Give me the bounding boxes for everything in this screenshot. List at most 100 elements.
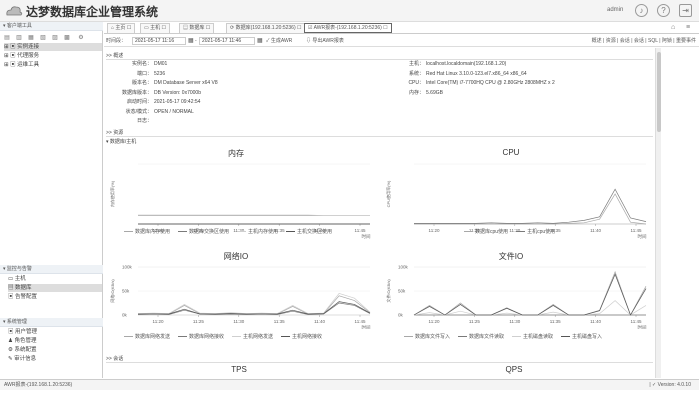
- legend-item[interactable]: 数据库文件写入: [404, 334, 450, 340]
- x-tick-label: 11:45: [355, 319, 366, 324]
- link-session[interactable]: 会话: [620, 38, 630, 44]
- link-lock[interactable]: 阿锁: [662, 38, 672, 44]
- legend-label: 数据库网络发送: [135, 334, 171, 340]
- monitor-item-host[interactable]: ▭ 主机: [8, 275, 26, 283]
- y-axis-label: CPU使用率(%): [385, 180, 391, 207]
- legend-swatch: [286, 231, 296, 233]
- content-scrollbar[interactable]: [655, 48, 661, 378]
- legend-item[interactable]: 数据库内存使用: [124, 229, 170, 235]
- user-name[interactable]: admin: [607, 7, 623, 13]
- legend-item[interactable]: 主机磁盘写入: [561, 334, 602, 340]
- tree-item-instance[interactable]: ⊞ ▣ 实例连接: [4, 43, 102, 51]
- x-tick-label: 11:35: [550, 319, 561, 324]
- legend-label: 数据库文件写入: [415, 334, 451, 340]
- section-session-header[interactable]: >> 会话: [106, 355, 123, 362]
- refresh-icon[interactable]: ▥: [16, 35, 22, 41]
- monitor-item-database[interactable]: ▤ 数据库: [8, 284, 102, 292]
- legend-label: 数据库网络接收: [189, 334, 225, 340]
- legend-item[interactable]: 主机网络接收: [281, 334, 322, 340]
- link-overview[interactable]: 概述: [592, 38, 602, 44]
- generate-awr-button[interactable]: ✓ 生成AWR: [266, 35, 292, 47]
- chart-title-network-io: 网络IO: [223, 252, 249, 261]
- tree-item-ops[interactable]: ⊞ ▣ 运维工具: [4, 61, 39, 69]
- overview-value: DM Database Server x64 V8: [154, 80, 218, 86]
- y-tick-label: 50k: [398, 289, 406, 294]
- delete-icon[interactable]: ▩: [64, 35, 70, 41]
- series-line: [137, 292, 371, 314]
- start-time-input[interactable]: 2021-05-17 11:16: [132, 37, 186, 45]
- link-sql[interactable]: SQL: [648, 38, 658, 44]
- y-tick-label: 100k: [398, 265, 409, 270]
- tree-item-agent[interactable]: ⊞ ▣ 代理服务: [4, 52, 39, 60]
- legend-label: 主机内存使用: [248, 229, 279, 235]
- tab-database[interactable]: ▤ 数据库 ☐: [179, 23, 215, 33]
- home-icon[interactable]: ⌂: [671, 24, 675, 31]
- legend-item[interactable]: 主机磁盘读取: [512, 334, 553, 340]
- chart-title-cpu: CPU: [502, 148, 520, 157]
- monitor-item-alert[interactable]: ▣ 告警配置: [8, 293, 37, 301]
- tab-bar: ⌂ 主页 ☐ ▭ 主机 ☐ ▤ 数据库 ☐ ⟳ 数据库(192.168.1.20…: [104, 22, 699, 34]
- chart-title-tps: TPS: [231, 365, 247, 374]
- link-events[interactable]: 重要事件: [676, 38, 696, 44]
- panel-header-system[interactable]: ▾ 系统管理: [0, 318, 103, 327]
- tab-database-instance[interactable]: ⟳ 数据库(192.168.1.20:5236) ☐: [226, 23, 306, 33]
- link-session-2[interactable]: 会话: [634, 38, 644, 44]
- tab-awr-report[interactable]: ☑ AWR报表-(192.168.1.20:5236) ☐: [304, 23, 392, 33]
- settings-icon[interactable]: ⚙: [78, 35, 84, 41]
- system-item-roles[interactable]: ♟ 角色管理: [8, 337, 36, 345]
- x-tick-label: 11:20: [429, 319, 440, 324]
- overview-value: 2021-05-17 09:42:54: [154, 99, 201, 105]
- link-resource[interactable]: 资源: [606, 38, 616, 44]
- y-tick-label: 50k: [122, 289, 130, 294]
- x-tick-label: 11:40: [590, 319, 601, 324]
- x-tick-label: 11:30: [509, 319, 520, 324]
- overview-key: 端口：: [136, 70, 152, 77]
- add-icon[interactable]: ▤: [4, 35, 10, 41]
- report-toolbar: 时间段： 2021-05-17 11:16 ▦ - 2021-05-17 11:…: [104, 35, 699, 47]
- logout-icon[interactable]: ⇥: [679, 4, 692, 17]
- export-awr-button[interactable]: ⇩ 导出AWR报表: [306, 35, 344, 47]
- help-icon[interactable]: ?: [657, 4, 670, 17]
- legend-item[interactable]: 主机内存使用: [237, 229, 278, 235]
- panel-header-client-tools[interactable]: ▾ 客户端工具: [0, 22, 103, 31]
- legend-item[interactable]: 数据库cpu使用: [464, 229, 508, 235]
- overview-value: 5.69GB: [426, 89, 443, 96]
- x-tick-label: 11:30: [233, 319, 244, 324]
- chart-title-memory: 内存: [228, 149, 244, 158]
- legend-item[interactable]: 主机cpu使用: [516, 229, 555, 235]
- menu-icon[interactable]: ≡: [686, 24, 690, 31]
- calendar-icon[interactable]: ▦: [257, 35, 263, 47]
- end-time-input[interactable]: 2021-05-17 11:46: [199, 37, 255, 45]
- legend-item[interactable]: 数据库网络发送: [124, 334, 170, 340]
- overview-value: Intel Core(TM) i7-7700HQ CPU @ 2.80GHz 2…: [426, 80, 555, 86]
- legend-item[interactable]: 数据库文件读取: [458, 334, 504, 340]
- legend-item[interactable]: 数据库网络接收: [178, 334, 224, 340]
- y-axis-label: 内存使用率(%): [109, 180, 115, 207]
- section-resource-header[interactable]: >> 资源: [106, 129, 123, 136]
- system-item-users[interactable]: ▣ 用户管理: [8, 328, 37, 336]
- overview-value: OPEN / NORMAL: [154, 108, 194, 115]
- legend-swatch: [404, 336, 413, 338]
- tab-host[interactable]: ▭ 主机 ☐: [140, 23, 171, 33]
- overview-key: 日志：: [136, 118, 152, 124]
- tab-home[interactable]: ⌂ 主页 ☐: [107, 23, 136, 33]
- import-icon[interactable]: ▧: [40, 35, 46, 41]
- legend-swatch: [512, 336, 522, 338]
- legend-item[interactable]: 主机网络发送: [232, 334, 273, 340]
- legend-item[interactable]: 主机交换区使用: [286, 229, 332, 235]
- filter-icon[interactable]: ▦: [28, 35, 34, 41]
- legend-label: 数据库cpu使用: [475, 229, 509, 235]
- panel-header-monitor[interactable]: ▾ 监控与告警: [0, 265, 103, 274]
- system-item-audit[interactable]: ✎ 审计信息: [8, 355, 36, 363]
- system-item-config[interactable]: ⚙ 系统配置: [8, 346, 36, 354]
- export-icon[interactable]: ▨: [52, 35, 58, 41]
- legend-item[interactable]: 数据库交换区使用: [178, 229, 229, 235]
- x-tick-label: 11:20: [429, 228, 440, 233]
- overview-value: DB Version: 0x7000b: [154, 89, 201, 96]
- section-overview-header[interactable]: >> 概述: [106, 52, 123, 59]
- overview-key: 内存：: [408, 89, 424, 96]
- series-line: [413, 273, 647, 316]
- calendar-icon[interactable]: ▦: [188, 35, 194, 47]
- network-io-chart: 网络IO(KB/s) 0k 50k 100k 11:20 11:25 11:30 11:35 1…: [109, 265, 371, 330]
- bell-icon[interactable]: ♪: [635, 4, 648, 17]
